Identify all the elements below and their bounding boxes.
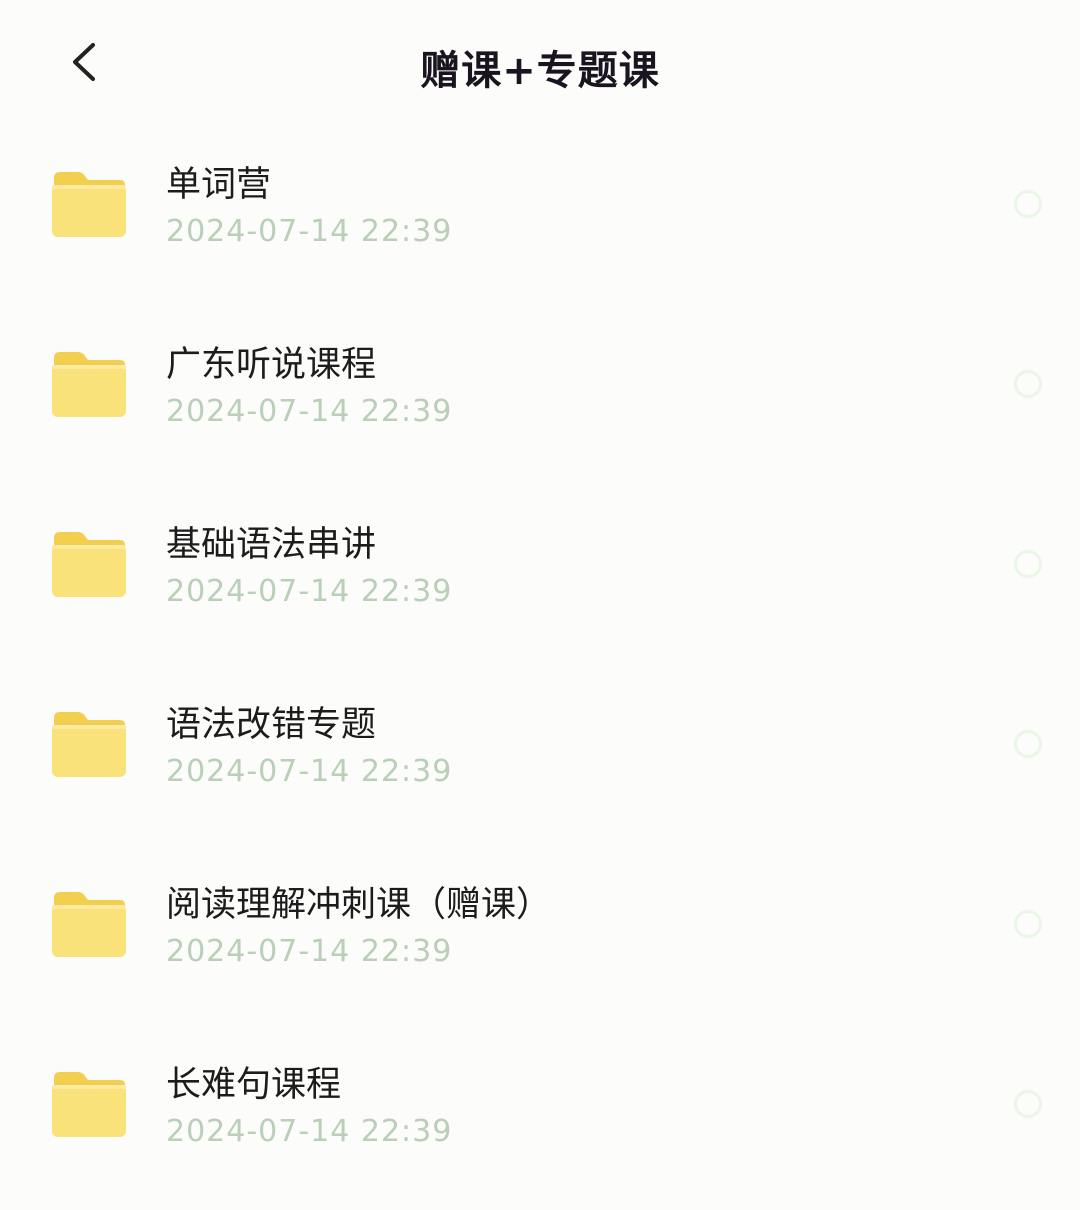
page-title: 赠课+专题课 — [420, 48, 660, 94]
folder-name: 单词营 — [166, 165, 272, 205]
folder-row[interactable]: 单词营 2024-07-14 22:39 — [0, 130, 1080, 310]
folder-icon — [52, 172, 126, 237]
folder-icon — [52, 1072, 126, 1137]
folder-name: 阅读理解冲刺课（赠课） — [166, 885, 552, 925]
folder-date: 2024-07-14 22:39 — [166, 754, 453, 789]
folder-row[interactable]: 语法改错专题 2024-07-14 22:39 — [0, 670, 1080, 850]
select-radio[interactable] — [1014, 370, 1042, 398]
folder-date: 2024-07-14 22:39 — [166, 1114, 453, 1149]
folder-name: 语法改错专题 — [166, 705, 377, 745]
select-radio[interactable] — [1014, 190, 1042, 218]
select-radio[interactable] — [1014, 910, 1042, 938]
folder-icon — [52, 352, 126, 417]
folder-date: 2024-07-14 22:39 — [166, 574, 453, 609]
folder-icon — [52, 532, 126, 597]
folder-icon — [52, 712, 126, 777]
folder-row[interactable]: 广东听说课程 2024-07-14 22:39 — [0, 310, 1080, 490]
folder-row[interactable]: 阅读理解冲刺课（赠课） 2024-07-14 22:39 — [0, 850, 1080, 1030]
folder-name: 基础语法串讲 — [166, 525, 377, 565]
select-radio[interactable] — [1014, 730, 1042, 758]
folder-icon — [52, 892, 126, 957]
folder-name: 广东听说课程 — [166, 345, 377, 385]
folder-date: 2024-07-14 22:39 — [166, 934, 453, 969]
top-bar: 赠课+专题课 — [0, 0, 1080, 130]
folder-name: 长难句课程 — [166, 1065, 342, 1105]
folder-date: 2024-07-14 22:39 — [166, 394, 453, 429]
folder-row[interactable]: 基础语法串讲 2024-07-14 22:39 — [0, 490, 1080, 670]
folder-row[interactable]: 长难句课程 2024-07-14 22:39 — [0, 1030, 1080, 1210]
select-radio[interactable] — [1014, 1090, 1042, 1118]
select-radio[interactable] — [1014, 550, 1042, 578]
file-list: 单词营 2024-07-14 22:39 广东听说课程 2024-07-14 2… — [0, 130, 1080, 1210]
folder-date: 2024-07-14 22:39 — [166, 214, 453, 249]
